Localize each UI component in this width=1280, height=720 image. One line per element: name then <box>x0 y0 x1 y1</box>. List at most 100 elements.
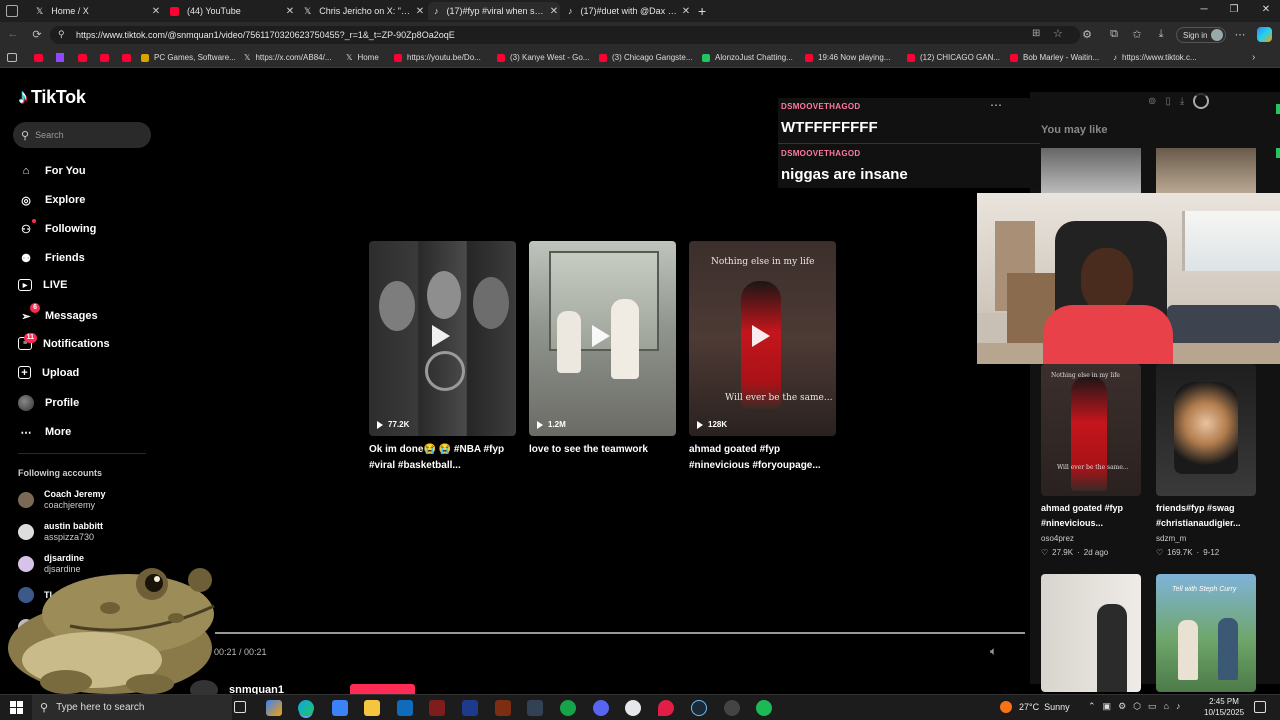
edge-icon[interactable] <box>298 700 314 716</box>
refresh-icon[interactable]: ⟳ <box>30 28 44 41</box>
bookmark-x-home[interactable]: 𝕏 Home <box>346 53 379 62</box>
nav-friends[interactable]: ⚉ Friends <box>18 250 85 266</box>
weather-widget[interactable]: 27°C Sunny <box>1000 701 1070 713</box>
download-icon[interactable]: ⤓ <box>1180 96 1184 107</box>
tab-chris-jericho[interactable]: 𝕏 Chris Jericho on X: "You've ✕ <box>298 2 426 20</box>
favorites-icon[interactable]: ✩ <box>1130 28 1144 41</box>
bookmark-youtu-be[interactable]: https://youtu.be/Do... <box>394 53 481 62</box>
twitch-icon[interactable] <box>56 53 64 62</box>
rec-thumbnail[interactable]: Tell with Steph Curry <box>1156 574 1256 692</box>
bookmark-alonzo[interactable]: AlonzoJust Chatting... <box>702 53 793 62</box>
discord-icon[interactable] <box>593 700 609 716</box>
app-tray-icon[interactable]: ▣ <box>1103 701 1112 712</box>
more-options-icon[interactable]: ⋯ <box>990 98 1002 112</box>
site-info-icon[interactable]: ⚲ <box>58 29 65 40</box>
network-icon[interactable]: ⌂ <box>1164 701 1169 712</box>
tab-youtube[interactable]: (44) YouTube ✕ <box>164 2 296 20</box>
play-icon[interactable] <box>592 325 610 347</box>
tab-actions-icon[interactable] <box>6 5 18 17</box>
game-app-icon[interactable] <box>495 700 511 716</box>
favorite-star-icon[interactable]: ☆ <box>1053 27 1063 40</box>
app-tray-icon[interactable]: ⬡ <box>1133 701 1141 712</box>
rec-thumbnail[interactable]: Nothing else in my life Will ever be the… <box>1041 364 1141 496</box>
nav-live[interactable]: ▶ LIVE <box>18 279 67 291</box>
tab-tiktok-active[interactable]: ♪ (17)#fyp #viral when shit g ✕ <box>428 2 560 20</box>
close-tab-icon[interactable]: ✕ <box>150 6 162 17</box>
nav-notifications[interactable]: ≡ 11 Notifications <box>18 333 110 350</box>
following-account[interactable]: Coach Jeremy coachjeremy <box>18 489 106 511</box>
video-progress-bar[interactable] <box>215 632 1025 634</box>
battery-icon[interactable]: ▭ <box>1148 701 1157 712</box>
nav-messages[interactable]: ➢ 6 Messages <box>18 303 98 324</box>
nav-for-you[interactable]: ⌂ For You <box>18 163 86 179</box>
downloads-icon[interactable]: ⤓ <box>1154 28 1168 41</box>
bookmark-chicago-gangsters[interactable]: (3) Chicago Gangste... <box>599 53 692 62</box>
outlook-icon[interactable] <box>397 700 413 716</box>
tab-tiktok-duet[interactable]: ♪ (17)#duet with @Dax #Op ✕ <box>562 2 692 20</box>
nav-upload[interactable]: + Upload <box>18 366 79 379</box>
nav-following[interactable]: ⚇ Following <box>18 219 96 237</box>
notification-center-icon[interactable] <box>1254 701 1266 713</box>
video-caption[interactable]: ahmad goated #fyp #ninevicious #foryoupa… <box>689 442 839 474</box>
bookmark-now-playing[interactable]: 19:46 Now playing... <box>805 53 891 62</box>
rec-thumbnail-top[interactable] <box>1041 148 1141 193</box>
video-card[interactable]: 77.2K <box>369 241 516 436</box>
extensions-icon[interactable]: ⚙ <box>1080 28 1094 41</box>
chevron-up-icon[interactable]: ⌃ <box>1088 701 1096 712</box>
maximize-button[interactable]: ❐ <box>1224 4 1244 15</box>
volume-icon[interactable]: ♪ <box>1176 701 1181 712</box>
more-menu-icon[interactable]: ⋯ <box>1233 28 1247 41</box>
bookmark-bob-marley[interactable]: Bob Marley - Waitin... <box>1010 53 1099 62</box>
game-app-icon[interactable] <box>429 700 445 716</box>
chevron-right-icon[interactable]: › <box>1252 52 1255 63</box>
play-icon[interactable] <box>752 325 770 347</box>
video-card[interactable]: Nothing else in my life Will ever be the… <box>689 241 836 436</box>
bookmark-pc-games[interactable]: PC Games, Software... <box>141 53 236 62</box>
clock[interactable]: 2:45 PM 10/15/2025 <box>1204 696 1244 718</box>
sign-in-button[interactable]: Sign in <box>1176 27 1226 43</box>
scrollbar-indicator[interactable] <box>1276 104 1280 114</box>
rec-username[interactable]: oso4prez <box>1041 534 1074 543</box>
bookmark-kanye[interactable]: (3) Kanye West - Go... <box>497 53 589 62</box>
rec-thumbnail[interactable] <box>1156 364 1256 496</box>
following-account[interactable]: austin babbitt asspizza730 <box>18 521 103 543</box>
youtube-icon[interactable] <box>122 54 131 62</box>
close-window-button[interactable]: ✕ <box>1256 4 1276 15</box>
bookmark-tiktok[interactable]: ♪ https://www.tiktok.c... <box>1113 53 1197 62</box>
app-available-icon[interactable]: ⊞ <box>1032 28 1040 39</box>
rec-username[interactable]: sdzm_m <box>1156 534 1186 543</box>
rotate-icon[interactable]: ⊚ <box>1148 96 1156 107</box>
scrollbar-indicator[interactable] <box>1276 148 1280 158</box>
maps-pin-icon[interactable] <box>658 700 674 716</box>
rec-caption[interactable]: ahmad goated #fyp #ninevicious... <box>1041 501 1149 531</box>
video-caption[interactable]: love to see the teamwork <box>529 442 679 458</box>
copilot-icon[interactable] <box>1257 27 1272 42</box>
game-app-icon[interactable] <box>527 700 543 716</box>
youtube-icon[interactable] <box>34 54 43 62</box>
steam-icon[interactable] <box>691 700 707 716</box>
close-tab-icon[interactable]: ✕ <box>548 6 560 17</box>
back-icon[interactable]: ← <box>6 28 20 40</box>
tiktok-logo[interactable]: ♪ TikTok <box>18 86 86 109</box>
bookmark-chicago-gan[interactable]: (12) CHICAGO GAN... <box>907 53 1000 62</box>
taskbar-search-box[interactable]: ⚲ Type here to search <box>32 695 232 720</box>
rec-thumbnail-top[interactable] <box>1156 148 1256 193</box>
reading-list-icon[interactable] <box>7 53 17 62</box>
store-icon[interactable] <box>332 700 348 716</box>
task-view-icon[interactable] <box>234 701 246 713</box>
app-tray-icon[interactable]: ⚙ <box>1118 701 1126 712</box>
windows-start-icon[interactable] <box>10 701 23 714</box>
new-tab-button[interactable]: + <box>698 3 706 19</box>
bookmark-x-ab84[interactable]: 𝕏https://x.com/AB84/... <box>244 53 331 62</box>
close-tab-icon[interactable]: ✕ <box>414 6 426 17</box>
nav-more[interactable]: ⋯ More <box>18 424 72 440</box>
spotify-icon[interactable] <box>756 700 772 716</box>
play-icon[interactable] <box>432 325 450 347</box>
volume-icon[interactable]: 🔈︎ <box>990 644 997 659</box>
video-caption[interactable]: Ok im done😭 😭 #NBA #fyp #viral #basketba… <box>369 442 519 474</box>
video-card[interactable]: 1.2M <box>529 241 676 436</box>
tab-home-x[interactable]: 𝕏 Home / X ✕ <box>30 2 162 20</box>
split-screen-icon[interactable]: ⧉ <box>1107 28 1121 41</box>
rec-caption[interactable]: friends#fyp #swag #christianaudigier... <box>1156 501 1264 531</box>
follow-button[interactable] <box>350 684 415 694</box>
